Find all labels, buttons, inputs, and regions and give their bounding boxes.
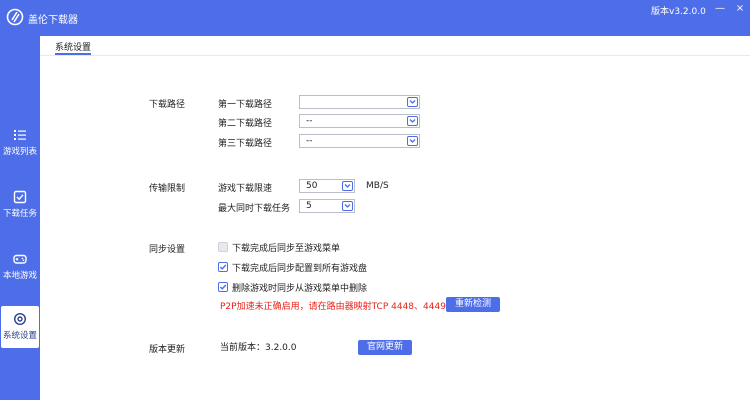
third-path-value: --: [306, 136, 313, 146]
sync-menu-label: 下载完成后同步至游戏菜单: [232, 244, 341, 254]
checkmark-icon: [219, 264, 227, 270]
second-path-label: 第二下载路径: [218, 119, 273, 129]
list-icon: [14, 130, 26, 140]
speed-limit-select[interactable]: 50: [299, 179, 355, 193]
chevron-down-icon[interactable]: [407, 116, 418, 126]
first-path-select[interactable]: [299, 95, 420, 109]
chevron-down-icon[interactable]: [342, 201, 353, 211]
speed-unit-label: MB/S: [366, 181, 389, 191]
version-label: 版本v3.2.0.0: [651, 7, 706, 17]
chevron-down-icon[interactable]: [342, 181, 353, 191]
checkmark-icon: [219, 284, 227, 290]
recheck-button[interactable]: 重新检测: [446, 297, 500, 312]
section-sync: 同步设置: [149, 245, 186, 255]
second-path-value: --: [306, 116, 313, 126]
current-version-label: 当前版本：3.2.0.0: [220, 343, 297, 353]
sidebar-item-label: 游戏列表: [2, 147, 37, 157]
max-tasks-label: 最大同时下载任务: [218, 204, 291, 214]
tab-divider: [40, 55, 750, 56]
tab-settings[interactable]: 系统设置: [55, 40, 91, 53]
sidebar-item-label: 系统设置: [2, 331, 37, 341]
app-logo-icon: [6, 8, 24, 26]
section-transfer-limit: 传输限制: [149, 184, 186, 194]
checkbox-icon: [13, 190, 27, 204]
third-path-select[interactable]: --: [299, 134, 420, 148]
max-tasks-select[interactable]: 5: [299, 199, 355, 213]
second-path-select[interactable]: --: [299, 114, 420, 128]
sidebar-item-game-list[interactable]: 游戏列表: [0, 122, 40, 164]
title-bar: 盖伦下载器 版本v3.2.0.0 — ×: [0, 0, 750, 36]
third-path-label: 第三下载路径: [218, 139, 273, 149]
speed-limit-value: 50: [306, 181, 318, 191]
sidebar-item-label: 下载任务: [2, 209, 37, 219]
sidebar-item-label: 本地游戏: [2, 271, 37, 281]
sidebar: 游戏列表 下载任务 本地游戏 系统设置: [0, 36, 40, 400]
sync-delete-label: 删除游戏时同步从游戏菜单中删除: [232, 284, 368, 294]
chevron-down-icon[interactable]: [407, 136, 418, 146]
speed-limit-label: 游戏下载限速: [218, 184, 273, 194]
gamepad-icon: [13, 254, 27, 264]
sidebar-item-settings[interactable]: 系统设置: [1, 306, 39, 348]
sidebar-item-local-games[interactable]: 本地游戏: [0, 246, 40, 288]
sync-config-checkbox[interactable]: [218, 262, 228, 272]
max-tasks-value: 5: [306, 201, 312, 211]
official-update-button[interactable]: 官网更新: [358, 340, 412, 355]
section-download-path: 下载路径: [149, 100, 186, 110]
app-title: 盖伦下载器: [28, 15, 78, 26]
sync-config-label: 下载完成后同步配置到所有游戏盘: [232, 264, 368, 274]
sidebar-item-download-tasks[interactable]: 下载任务: [0, 184, 40, 226]
chevron-down-icon[interactable]: [407, 97, 418, 107]
close-button[interactable]: ×: [734, 3, 746, 15]
first-path-label: 第一下载路径: [218, 100, 273, 110]
section-version-update: 版本更新: [149, 345, 186, 355]
p2p-warning-text: P2P加速未正确启用，请在路由器映射TCP 4448、4449端口: [220, 302, 464, 312]
minimize-button[interactable]: —: [714, 3, 726, 15]
gear-icon: [13, 312, 27, 326]
sync-delete-checkbox[interactable]: [218, 282, 228, 292]
sync-menu-checkbox: [218, 242, 228, 252]
